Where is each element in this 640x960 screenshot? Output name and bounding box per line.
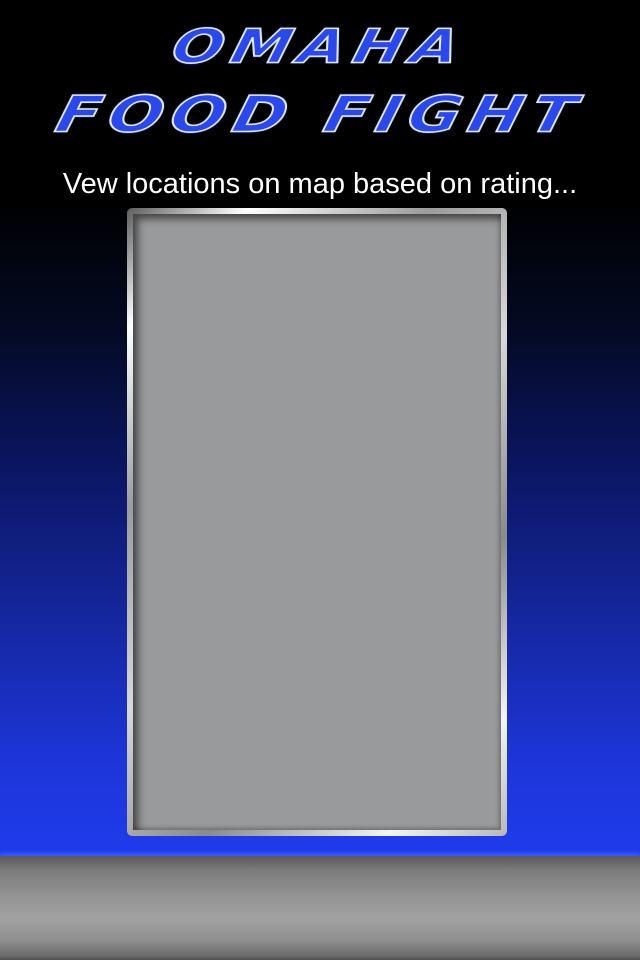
bottom-toolbar: [0, 856, 640, 960]
map-view[interactable]: [133, 214, 501, 830]
map-frame: [127, 208, 507, 836]
page-subtitle: Vew locations on map based on rating...: [62, 168, 578, 200]
app-logo-omaha: OMAHA: [165, 19, 474, 75]
app-logo-food-fight: FOOD FIGHT: [49, 85, 590, 144]
